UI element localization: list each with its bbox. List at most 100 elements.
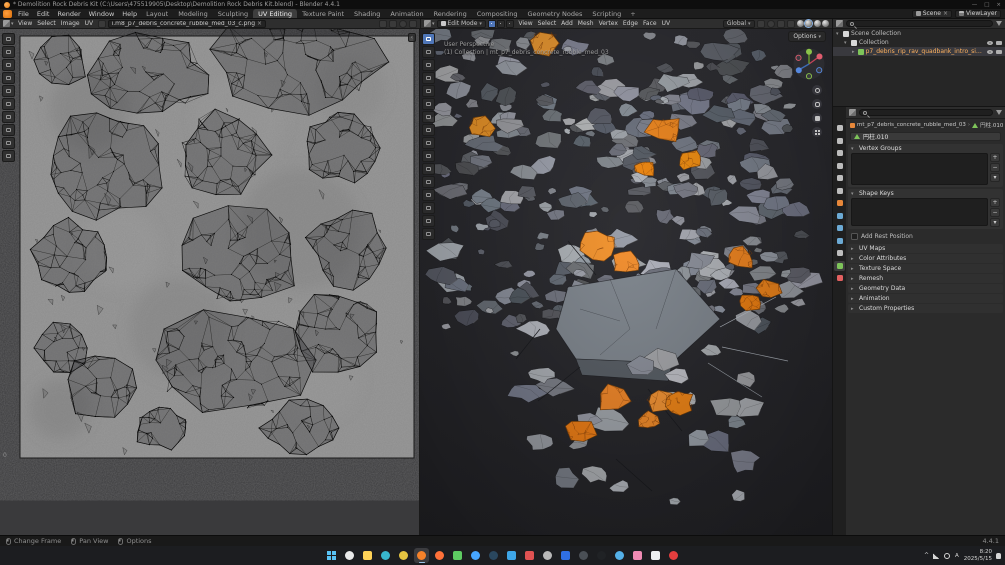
viewport-menu-item[interactable]: UV: [659, 20, 673, 27]
collapsed-panel-header[interactable]: ▸ Color Attributes: [848, 254, 1003, 263]
view-layer-selector[interactable]: ViewLayer: [955, 10, 1001, 18]
viewport-tool-transform-button[interactable]: [422, 111, 435, 123]
taskbar-qq-icon[interactable]: [468, 548, 483, 563]
viewport-tool-annotate-button[interactable]: [422, 124, 435, 136]
outliner-row[interactable]: ▾ Collection: [833, 38, 1005, 47]
taskbar-firefox-icon[interactable]: [432, 548, 447, 563]
viewport-tool-scale-button[interactable]: [422, 98, 435, 110]
snap-magnet-icon[interactable]: [389, 20, 397, 28]
shape-key-specials-button[interactable]: ▾: [990, 218, 1000, 227]
properties-type-dropdown[interactable]: [849, 109, 856, 116]
show-overlays-icon[interactable]: [787, 20, 795, 28]
taskbar-github-icon[interactable]: [594, 548, 609, 563]
workspace-tab[interactable]: Rendering: [429, 9, 472, 18]
unlink-image-icon[interactable]: ×: [257, 20, 262, 27]
viewport-editor-type-dropdown[interactable]: ▾: [424, 20, 435, 27]
uv-tool-cursor-2d-button[interactable]: [2, 85, 15, 97]
outliner-type-dropdown[interactable]: [836, 20, 843, 27]
network-icon[interactable]: [933, 553, 940, 559]
navigation-gizmo[interactable]: [792, 47, 826, 81]
camera-view-icon[interactable]: [812, 113, 822, 123]
uv-sidebar-toggle[interactable]: ‹: [408, 33, 416, 42]
collapsed-panel-header[interactable]: ▸ Texture Space: [848, 264, 1003, 273]
properties-tab-physics[interactable]: [834, 236, 845, 246]
breadcrumb-object-name[interactable]: mt_p7_debris_concrete_rubble_med_03: [857, 122, 966, 128]
main-menu-item[interactable]: Render: [53, 10, 84, 18]
window-control-button[interactable]: ×: [996, 2, 1001, 8]
options-dropdown[interactable]: Options ▾: [788, 31, 826, 42]
scene-selector[interactable]: Scene ×: [912, 10, 952, 18]
uv-tool-tweak-button[interactable]: [2, 33, 15, 45]
vertex-groups-panel-header[interactable]: ▾ Vertex Groups: [848, 144, 1003, 153]
outliner-row[interactable]: ▾ Scene Collection: [833, 29, 1005, 38]
properties-tab-world[interactable]: [834, 186, 845, 196]
vertex-groups-list[interactable]: [851, 153, 988, 185]
properties-tab-modifiers[interactable]: [834, 211, 845, 221]
ime-indicator[interactable]: A: [954, 553, 960, 559]
viewport-tool-tweak-button[interactable]: [422, 33, 435, 45]
taskbar-start-icon[interactable]: [324, 548, 339, 563]
vertex-select-icon[interactable]: [488, 20, 496, 28]
viewport-tool-extrude-region-button[interactable]: [422, 163, 435, 175]
unlink-scene-icon[interactable]: ×: [943, 10, 948, 17]
outliner-search-field[interactable]: [846, 20, 993, 27]
workspace-tab[interactable]: Animation: [385, 9, 428, 18]
properties-search-field[interactable]: [859, 109, 993, 116]
uv-texture-view[interactable]: [0, 29, 420, 535]
viewport-tool-add-cube-button[interactable]: [422, 150, 435, 162]
viewport-tool-inset-faces-button[interactable]: [422, 176, 435, 188]
workspace-tab[interactable]: Geometry Nodes: [523, 9, 588, 18]
taskbar-edge-icon[interactable]: [378, 548, 393, 563]
clock[interactable]: 8:20 2025/5/15: [964, 549, 992, 562]
disclosure-arrow-icon[interactable]: ▾: [836, 31, 841, 37]
viewport-tool-measure-button[interactable]: [422, 137, 435, 149]
viewport-menu-item[interactable]: Face: [641, 20, 660, 27]
zoom-icon[interactable]: [812, 85, 822, 95]
workspace-tab[interactable]: Shading: [349, 9, 385, 18]
viewport-menu-item[interactable]: Mesh: [575, 20, 596, 27]
uv-tool-select-circle-button[interactable]: [2, 59, 15, 71]
properties-tab-output[interactable]: [834, 148, 845, 158]
viewport-tool-select-box-button[interactable]: [422, 46, 435, 58]
properties-filter-icon[interactable]: [996, 110, 1002, 115]
uv-menu-item[interactable]: View: [16, 20, 35, 27]
solid-shading-icon[interactable]: [805, 20, 812, 27]
taskbar-bilibili-icon[interactable]: [630, 548, 645, 563]
proportional-editing-icon[interactable]: [399, 20, 407, 28]
main-menu-item[interactable]: Help: [118, 10, 141, 18]
face-select-icon[interactable]: [506, 20, 514, 28]
window-control-button[interactable]: —: [972, 2, 978, 8]
uv-menu-item[interactable]: Image: [58, 20, 82, 27]
breadcrumb-data-name[interactable]: 円柱.010: [980, 121, 1003, 129]
add-rest-position-checkbox[interactable]: [851, 233, 858, 240]
workspace-tab[interactable]: Layout: [141, 9, 173, 18]
workspace-tab[interactable]: Compositing: [472, 9, 523, 18]
viewport-render[interactable]: [420, 29, 832, 535]
taskbar-netease-music-icon[interactable]: [666, 548, 681, 563]
shape-keys-panel-header[interactable]: ▾ Shape Keys: [848, 189, 1003, 198]
workspace-tab[interactable]: Scripting: [587, 9, 626, 18]
properties-tab-material[interactable]: [834, 273, 845, 283]
hidden-icons-chevron[interactable]: ^: [924, 552, 929, 559]
taskbar-capcut-icon[interactable]: [648, 548, 663, 563]
main-menu-item[interactable]: File: [14, 10, 33, 18]
properties-tab-scene[interactable]: [834, 173, 845, 183]
add-vertex-group-button[interactable]: +: [990, 153, 1000, 162]
viewport-menu-item[interactable]: View: [516, 20, 535, 27]
taskbar-vscode-icon[interactable]: [504, 548, 519, 563]
main-menu-item[interactable]: Window: [85, 10, 119, 18]
viewport-tool-knife-button[interactable]: [422, 215, 435, 227]
collapsed-panel-header[interactable]: ▸ UV Maps: [848, 244, 1003, 253]
uv-tool-annotate-button[interactable]: [2, 137, 15, 149]
remove-vertex-group-button[interactable]: −: [990, 163, 1000, 172]
transform-orientation-dropdown[interactable]: Global ▾: [723, 20, 755, 28]
taskbar-search-icon[interactable]: [342, 548, 357, 563]
toggle-perspective-icon[interactable]: [812, 127, 822, 137]
overlays-icon[interactable]: [409, 20, 417, 28]
workspace-tab[interactable]: Modeling: [173, 9, 213, 18]
shape-keys-list[interactable]: [851, 198, 988, 226]
taskbar-chrome-icon[interactable]: [396, 548, 411, 563]
viewport-menu-item[interactable]: Vertex: [596, 20, 620, 27]
workspace-tab[interactable]: Texture Paint: [297, 9, 349, 18]
taskbar-settings-icon[interactable]: [540, 548, 555, 563]
